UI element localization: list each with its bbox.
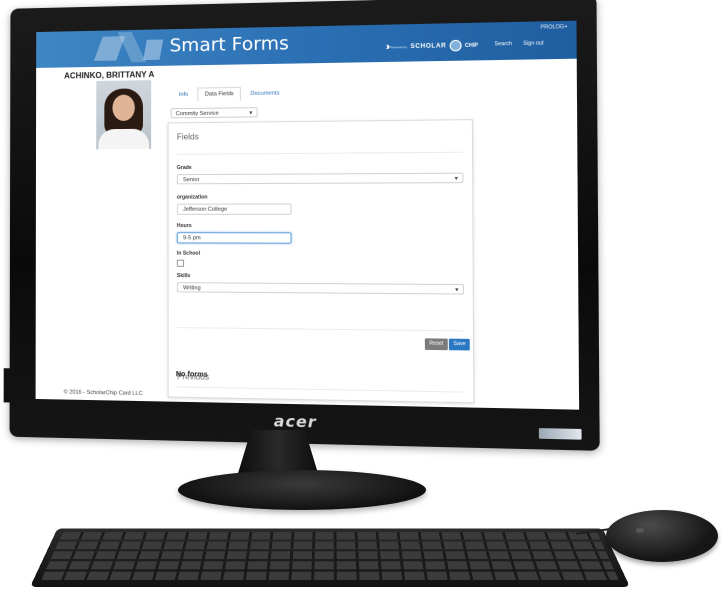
caret-down-icon: ▼: [248, 110, 254, 117]
student-name: ACHINKO, BRITTANY A: [64, 69, 155, 81]
powered-by-label: Powered by: [390, 44, 408, 49]
nav-signout-link[interactable]: Sign out: [523, 40, 543, 47]
skills-label: Skills: [176, 272, 191, 280]
monitor: Smart Forms PROLOG+ ››› Powered by SCHOL…: [3, 0, 600, 451]
monitor-sticker: [538, 428, 582, 440]
vendor-name: SCHOLAR: [410, 42, 447, 50]
mouse: [606, 510, 718, 562]
monitor-brand-logo: acer: [273, 411, 317, 432]
save-button[interactable]: Save: [448, 338, 471, 351]
divider: [176, 327, 465, 332]
category-select[interactable]: Commity Service ▼: [170, 107, 258, 119]
logo-shape: [117, 32, 147, 63]
fields-panel: Fields Grade Senior ▼ organization Jeffe…: [167, 119, 475, 404]
app-title: Smart Forms: [169, 32, 289, 57]
in-school-checkbox[interactable]: [176, 259, 185, 267]
keyboard-keys: [40, 532, 620, 581]
tab-info[interactable]: Info: [172, 88, 196, 103]
tab-bar: Info Data Fields Documents: [172, 86, 287, 102]
no-forms-text: No forms: [175, 371, 208, 379]
organization-input[interactable]: Jefferson College: [176, 203, 292, 215]
hours-input[interactable]: 9-5 pm: [176, 232, 292, 244]
screen: Smart Forms PROLOG+ ››› Powered by SCHOL…: [35, 20, 580, 410]
skills-select[interactable]: Writing ▼: [176, 282, 464, 295]
panel-heading: Fields: [176, 132, 199, 142]
reset-button[interactable]: Reset: [424, 338, 448, 351]
organization-label: organization: [176, 194, 208, 201]
monitor-stand-base: [178, 470, 426, 510]
divider: [176, 151, 464, 155]
grade-select[interactable]: Senior ▼: [176, 172, 464, 185]
app-header: Smart Forms PROLOG+ ››› Powered by SCHOL…: [36, 20, 577, 68]
category-select-value: Commity Service: [175, 110, 219, 118]
in-school-label: In School: [176, 250, 201, 257]
header-corner-label: PROLOG+: [540, 23, 568, 31]
caret-down-icon: ▼: [454, 287, 460, 294]
tab-documents[interactable]: Documents: [243, 86, 287, 101]
tab-data-fields[interactable]: Data Fields: [197, 86, 241, 102]
caret-down-icon: ▼: [453, 175, 460, 183]
grade-label: Grade: [176, 164, 192, 172]
scroll-wheel: [636, 528, 644, 533]
footer-copyright: © 2016 - ScholarChip Card LLC: [63, 389, 143, 398]
hours-label: Hours: [176, 223, 192, 230]
grade-select-value: Senior: [182, 177, 200, 184]
vendor-suffix: CHIP: [464, 42, 479, 49]
keyboard: [30, 528, 630, 587]
divider: [176, 386, 465, 393]
vendor-logo: ››› Powered by SCHOLAR CHIP: [385, 39, 479, 53]
monitor-cable: [3, 368, 12, 403]
logo-shape: [143, 39, 164, 61]
vendor-chip-icon: [449, 39, 462, 52]
skills-select-value: Writing: [183, 285, 201, 292]
student-photo: [96, 80, 152, 150]
chevrons-icon: ›››: [385, 41, 387, 53]
nav-search-link[interactable]: Search: [495, 41, 512, 48]
